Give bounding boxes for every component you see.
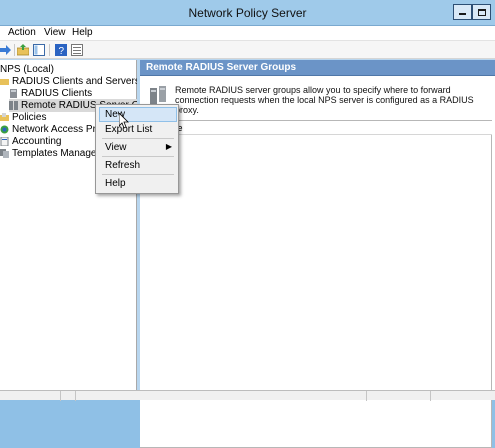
details-header: Remote RADIUS Server Groups [140,60,495,76]
network-access-icon [0,125,9,134]
templates-icon [0,149,9,158]
minimize-button[interactable] [453,4,472,20]
menu-item-label: View [105,142,127,153]
tree-node-label: Network Access Pro [12,124,102,135]
window-title: Network Policy Server [188,6,307,20]
forward-icon[interactable] [0,44,12,56]
folder-icon [0,79,9,85]
toolbar: ? [0,41,495,59]
show-hide-tree-icon[interactable] [33,44,45,56]
context-menu-refresh[interactable]: Refresh [99,158,177,173]
status-bar [0,390,495,401]
context-menu-view[interactable]: View ▶ [99,140,177,155]
clients-icon [10,89,17,98]
menu-bar: Action View Help [0,26,495,41]
mouse-pointer-icon [119,113,129,129]
properties-icon[interactable] [71,44,83,56]
minimize-icon [459,13,466,15]
policies-icon [0,113,9,121]
menu-view[interactable]: View [44,27,66,38]
menu-help[interactable]: Help [72,27,93,38]
title-bar[interactable]: Network Policy Server [0,0,495,26]
server-group-icon [150,86,166,104]
menu-action[interactable]: Action [8,27,36,38]
details-pane: Remote RADIUS Server Groups Remote RADIU… [140,60,495,448]
context-menu: New Export List View ▶ Refresh Help [95,104,179,194]
tree-node-label: NPS (Local) [0,64,54,75]
menu-separator [102,156,174,157]
toolbar-separator [49,44,50,56]
tree-node-label: RADIUS Clients [21,88,93,99]
maximize-button[interactable] [472,4,491,20]
menu-item-label: Help [105,178,126,189]
context-menu-new[interactable]: New [99,107,177,122]
tree-node-label: Policies [12,112,47,123]
menu-separator [102,138,174,139]
column-header-name[interactable]: me [140,121,492,135]
svg-text:?: ? [59,46,65,56]
accounting-icon [0,137,9,146]
toolbar-separator [14,44,15,56]
up-folder-icon[interactable] [17,44,29,56]
menu-item-label: Refresh [105,160,141,171]
menu-separator [102,174,174,175]
submenu-arrow-icon: ▶ [165,142,172,151]
help-icon[interactable]: ? [55,44,67,56]
details-description: Remote RADIUS server groups allow you to… [175,85,474,115]
tree-node-label: Accounting [12,136,62,147]
maximize-icon [477,8,486,16]
window-frame: Network Policy Server Action View Help ? [0,0,495,448]
tree-node-label: Templates Manage [12,148,97,159]
context-menu-export-list[interactable]: Export List [99,122,177,137]
server-group-icon [9,101,18,110]
tree-node-label: RADIUS Clients and Servers [12,76,137,87]
context-menu-help[interactable]: Help [99,176,177,191]
